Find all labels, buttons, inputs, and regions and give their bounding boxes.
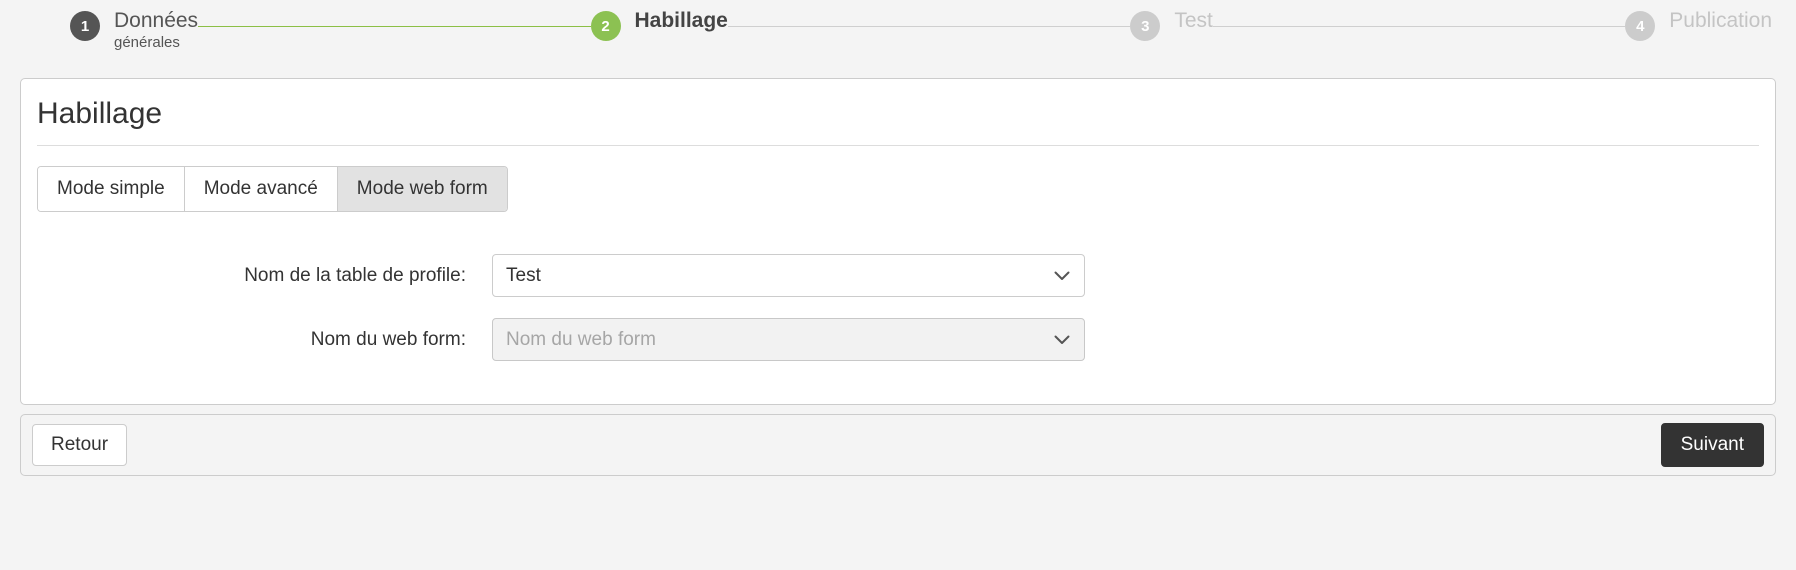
web-form-name-row: Nom du web form: Nom du web form — [37, 318, 1759, 361]
step-4-number: 4 — [1625, 11, 1656, 41]
step-3-number: 3 — [1130, 11, 1161, 41]
step-3-text: Test — [1174, 9, 1213, 32]
back-button[interactable]: Retour — [32, 424, 128, 466]
step-4-publication[interactable]: 4 Publication — [1625, 0, 1772, 41]
step-2-habillage[interactable]: 2 Habillage — [590, 0, 728, 41]
step-connector-3-4 — [1212, 26, 1626, 27]
chevron-down-icon — [1054, 335, 1070, 345]
profile-table-value: Test — [506, 264, 541, 286]
web-form-name-placeholder: Nom du web form — [506, 328, 656, 350]
tab-mode-simple[interactable]: Mode simple — [38, 167, 185, 211]
step-connector-2-3 — [727, 26, 1131, 27]
web-form-name-label: Nom du web form: — [310, 328, 466, 350]
wizard-stepper: 1 Données générales 2 Habillage 3 Test 4… — [0, 0, 1796, 68]
step-1-text: Données générales — [114, 9, 199, 52]
step-1-donnees-generales[interactable]: 1 Données générales — [70, 0, 198, 51]
habillage-panel: Habillage Mode simple Mode avancé Mode w… — [20, 78, 1776, 405]
web-form-name-select[interactable]: Nom du web form — [492, 318, 1085, 361]
profile-table-row: Nom de la table de profile: Test — [37, 254, 1759, 297]
profile-table-label: Nom de la table de profile: — [244, 264, 466, 286]
step-2-number: 2 — [590, 11, 621, 41]
step-1-title: Données — [114, 9, 199, 32]
step-4-text: Publication — [1669, 9, 1772, 32]
step-1-number: 1 — [70, 11, 100, 41]
step-2-text: Habillage — [634, 9, 728, 32]
step-connector-1-2 — [198, 26, 591, 27]
step-1-subtitle: générales — [114, 34, 180, 52]
step-2-title: Habillage — [634, 9, 728, 32]
tab-mode-web-form[interactable]: Mode web form — [337, 167, 507, 211]
web-form-settings: Nom de la table de profile: Test Nom du … — [37, 254, 1759, 361]
step-3-title: Test — [1174, 9, 1213, 32]
profile-table-select[interactable]: Test — [492, 254, 1085, 297]
step-3-test[interactable]: 3 Test — [1130, 0, 1213, 41]
next-button[interactable]: Suivant — [1660, 423, 1764, 467]
step-4-title: Publication — [1669, 9, 1772, 32]
wizard-footer: Retour Suivant — [20, 414, 1776, 476]
chevron-down-icon — [1054, 271, 1070, 281]
tab-mode-avance[interactable]: Mode avancé — [184, 167, 338, 211]
page-title: Habillage — [37, 79, 1759, 146]
mode-tab-group: Mode simple Mode avancé Mode web form — [37, 166, 508, 212]
